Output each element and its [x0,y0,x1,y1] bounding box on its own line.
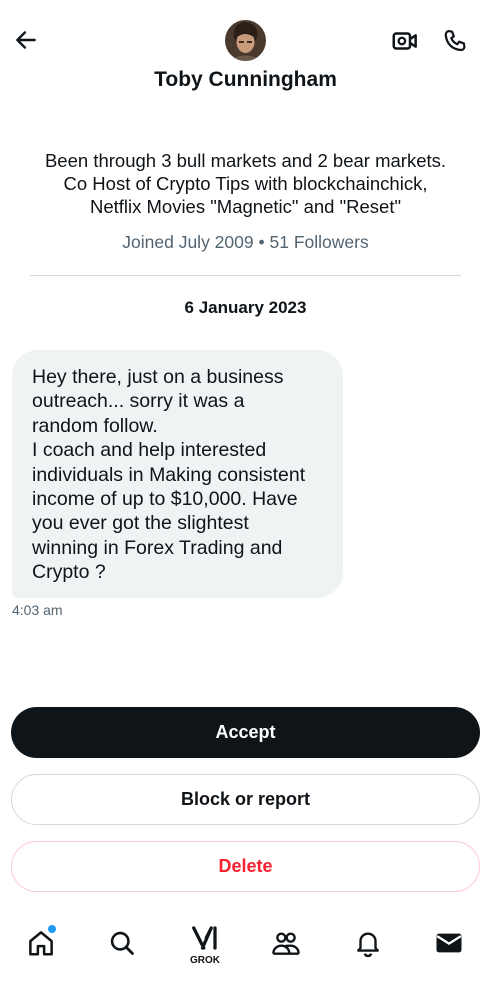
message-line: I coach and help interested [32,439,267,462]
message-line: Hey there, just on a business [32,366,284,388]
message-timestamp: 4:03 am [12,602,63,618]
avatar[interactable] [225,20,266,61]
nav-home[interactable] [13,915,69,971]
notification-dot [48,925,56,933]
followers-count[interactable]: 51 Followers [270,232,369,252]
delete-button[interactable]: Delete [11,841,480,892]
message-line: outreach... sorry it was a [32,390,245,413]
divider [30,275,461,276]
meta-separator: • [258,232,265,252]
message-line: Crypto ? [32,561,106,584]
accept-button[interactable]: Accept [11,707,480,758]
profile-meta: Joined July 2009 • 51 Followers [0,232,491,253]
bio-line: Co Host of Crypto Tips with blockchainch… [63,173,428,194]
communities-icon [272,932,300,955]
profile-bio: Been through 3 bull markets and 2 bear m… [20,149,471,218]
message-line: individuals in Making consistent [32,463,306,486]
nav-messages[interactable] [421,915,477,971]
nav-search[interactable] [94,915,150,971]
joined-date: Joined July 2009 [122,232,254,252]
envelope-icon [436,933,462,953]
bell-icon [357,932,379,958]
bio-line: Netflix Movies "Magnetic" and "Reset" [89,196,402,217]
back-button[interactable] [8,22,44,58]
message-line: random follow. [32,414,158,437]
message-line: winning in Forex Trading and [32,536,283,559]
conversation-date: 6 January 2023 [184,298,307,317]
message-bubble[interactable]: Hey there, just on a business outreach..… [12,350,343,598]
block-or-report-button[interactable]: Block or report [11,774,480,825]
video-camera-icon [392,32,417,50]
bottom-nav: GROK [0,915,491,975]
grok-icon [192,926,217,950]
avatar-image [225,20,266,61]
message-line: you ever got the slightest [32,512,249,535]
bio-line: Been through 3 bull markets and 2 bear m… [44,150,447,171]
nav-communities[interactable] [258,915,314,971]
nav-notifications[interactable] [340,915,396,971]
nav-grok[interactable]: GROK [177,915,233,971]
video-call-button[interactable] [386,22,424,60]
profile-name[interactable]: Toby Cunningham [0,68,491,92]
grok-label: GROK [190,955,220,966]
voice-call-button[interactable] [436,22,474,60]
message-line: income of up to $10,000. Have [32,488,298,511]
search-icon [110,931,134,955]
arrow-left-icon [16,31,36,49]
phone-icon [444,29,466,52]
